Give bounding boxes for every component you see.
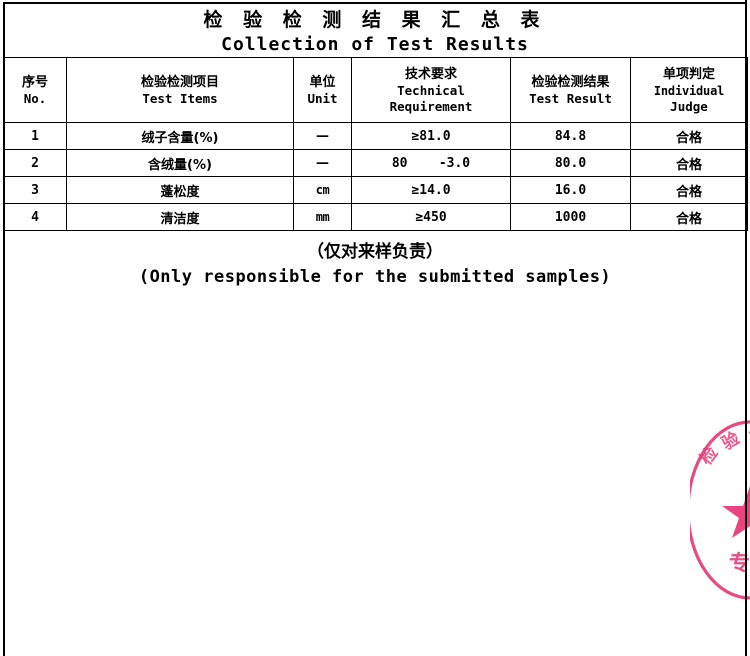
disclaimer-cn: （仅对来样负责） (307, 242, 443, 262)
table-row: 2 含绒量(%) — 80 -3.0 80.0 合格 (3, 149, 748, 177)
column-header-unit-cn: 单位 (309, 74, 336, 90)
column-header-no-cn: 序号 (21, 74, 48, 90)
row-result: 80.0 (510, 149, 631, 177)
row-requirement: ≥14.0 (351, 176, 511, 204)
row-unit: — (293, 122, 352, 150)
column-header-test-items: 检验检测项目 Test Items (66, 57, 294, 123)
column-header-test-items-en: Test Items (142, 90, 218, 106)
table-row: 4 清洁度 mm ≥450 1000 合格 (3, 203, 748, 231)
row-no: 2 (3, 149, 67, 177)
row-test-item: 蓬松度 (66, 176, 294, 204)
column-header-no: 序号 No. (3, 57, 67, 123)
row-judge: 合格 (630, 122, 748, 150)
row-no: 1 (3, 122, 67, 150)
column-header-unit: 单位 Unit (293, 57, 352, 123)
column-header-test-items-cn: 检验检测项目 (140, 74, 219, 90)
row-judge: 合格 (630, 176, 748, 204)
page-title-cn: 检 验 检 测 结 果 汇 总 表 (203, 9, 547, 31)
column-header-technical-requirement-cn: 技术要求 (404, 66, 457, 82)
row-result: 84.8 (510, 122, 631, 150)
column-header-technical-requirement-en: Technical (397, 82, 465, 98)
column-header-technical-requirement: 技术要求 Technical Requirement (351, 57, 511, 123)
row-result: 16.0 (510, 176, 631, 204)
row-unit: — (293, 149, 352, 177)
table-row: 1 绒子含量(%) — ≥81.0 84.8 合格 (3, 122, 748, 150)
row-judge: 合格 (630, 203, 748, 231)
row-unit: cm (293, 176, 352, 204)
column-header-technical-requirement-en2: Requirement (389, 98, 473, 114)
column-header-test-result: 检验检测结果 Test Result (510, 57, 631, 123)
table-header-row: 序号 No. 检验检测项目 Test Items 单位 Unit 技术要求 Te… (3, 57, 748, 123)
page-title-en: Collection of Test Results (221, 34, 529, 55)
column-header-no-en: No. (23, 90, 47, 106)
disclaimer-notes: （仅对来样负责） (Only responsible for the submi… (5, 240, 745, 290)
row-test-item: 含绒量(%) (66, 149, 294, 177)
document-page: 检 验 检 测 结 果 汇 总 表 Collection of Test Res… (0, 0, 750, 656)
row-no: 3 (3, 176, 67, 204)
row-unit: mm (293, 203, 352, 231)
page-right-rule (745, 0, 747, 656)
table-row: 3 蓬松度 cm ≥14.0 16.0 合格 (3, 176, 748, 204)
document-title-block: 检 验 检 测 结 果 汇 总 表 Collection of Test Res… (5, 4, 745, 57)
row-result: 1000 (510, 203, 631, 231)
column-header-individual-judge-en2: Judge (670, 98, 708, 114)
test-results-table: 序号 No. 检验检测项目 Test Items 单位 Unit 技术要求 Te… (3, 57, 748, 231)
row-requirement: 80 -3.0 (391, 156, 471, 171)
row-judge: 合格 (630, 149, 748, 177)
column-header-test-result-cn: 检验检测结果 (531, 74, 610, 90)
column-header-individual-judge: 单项判定 Individual Judge (630, 57, 748, 123)
row-requirement: ≥450 (351, 203, 511, 231)
row-test-item: 清洁度 (66, 203, 294, 231)
row-no: 4 (3, 203, 67, 231)
row-requirement-cell: 80 -3.0 (351, 149, 511, 177)
row-test-item: 绒子含量(%) (66, 122, 294, 150)
column-header-test-result-en: Test Result (529, 90, 612, 106)
row-requirement: ≥81.0 (351, 122, 511, 150)
column-header-unit-en: Unit (307, 90, 338, 106)
disclaimer-en: (Only responsible for the submitted samp… (138, 267, 612, 287)
column-header-individual-judge-cn: 单项判定 (662, 66, 715, 82)
column-header-individual-judge-en: Individual (653, 83, 725, 98)
